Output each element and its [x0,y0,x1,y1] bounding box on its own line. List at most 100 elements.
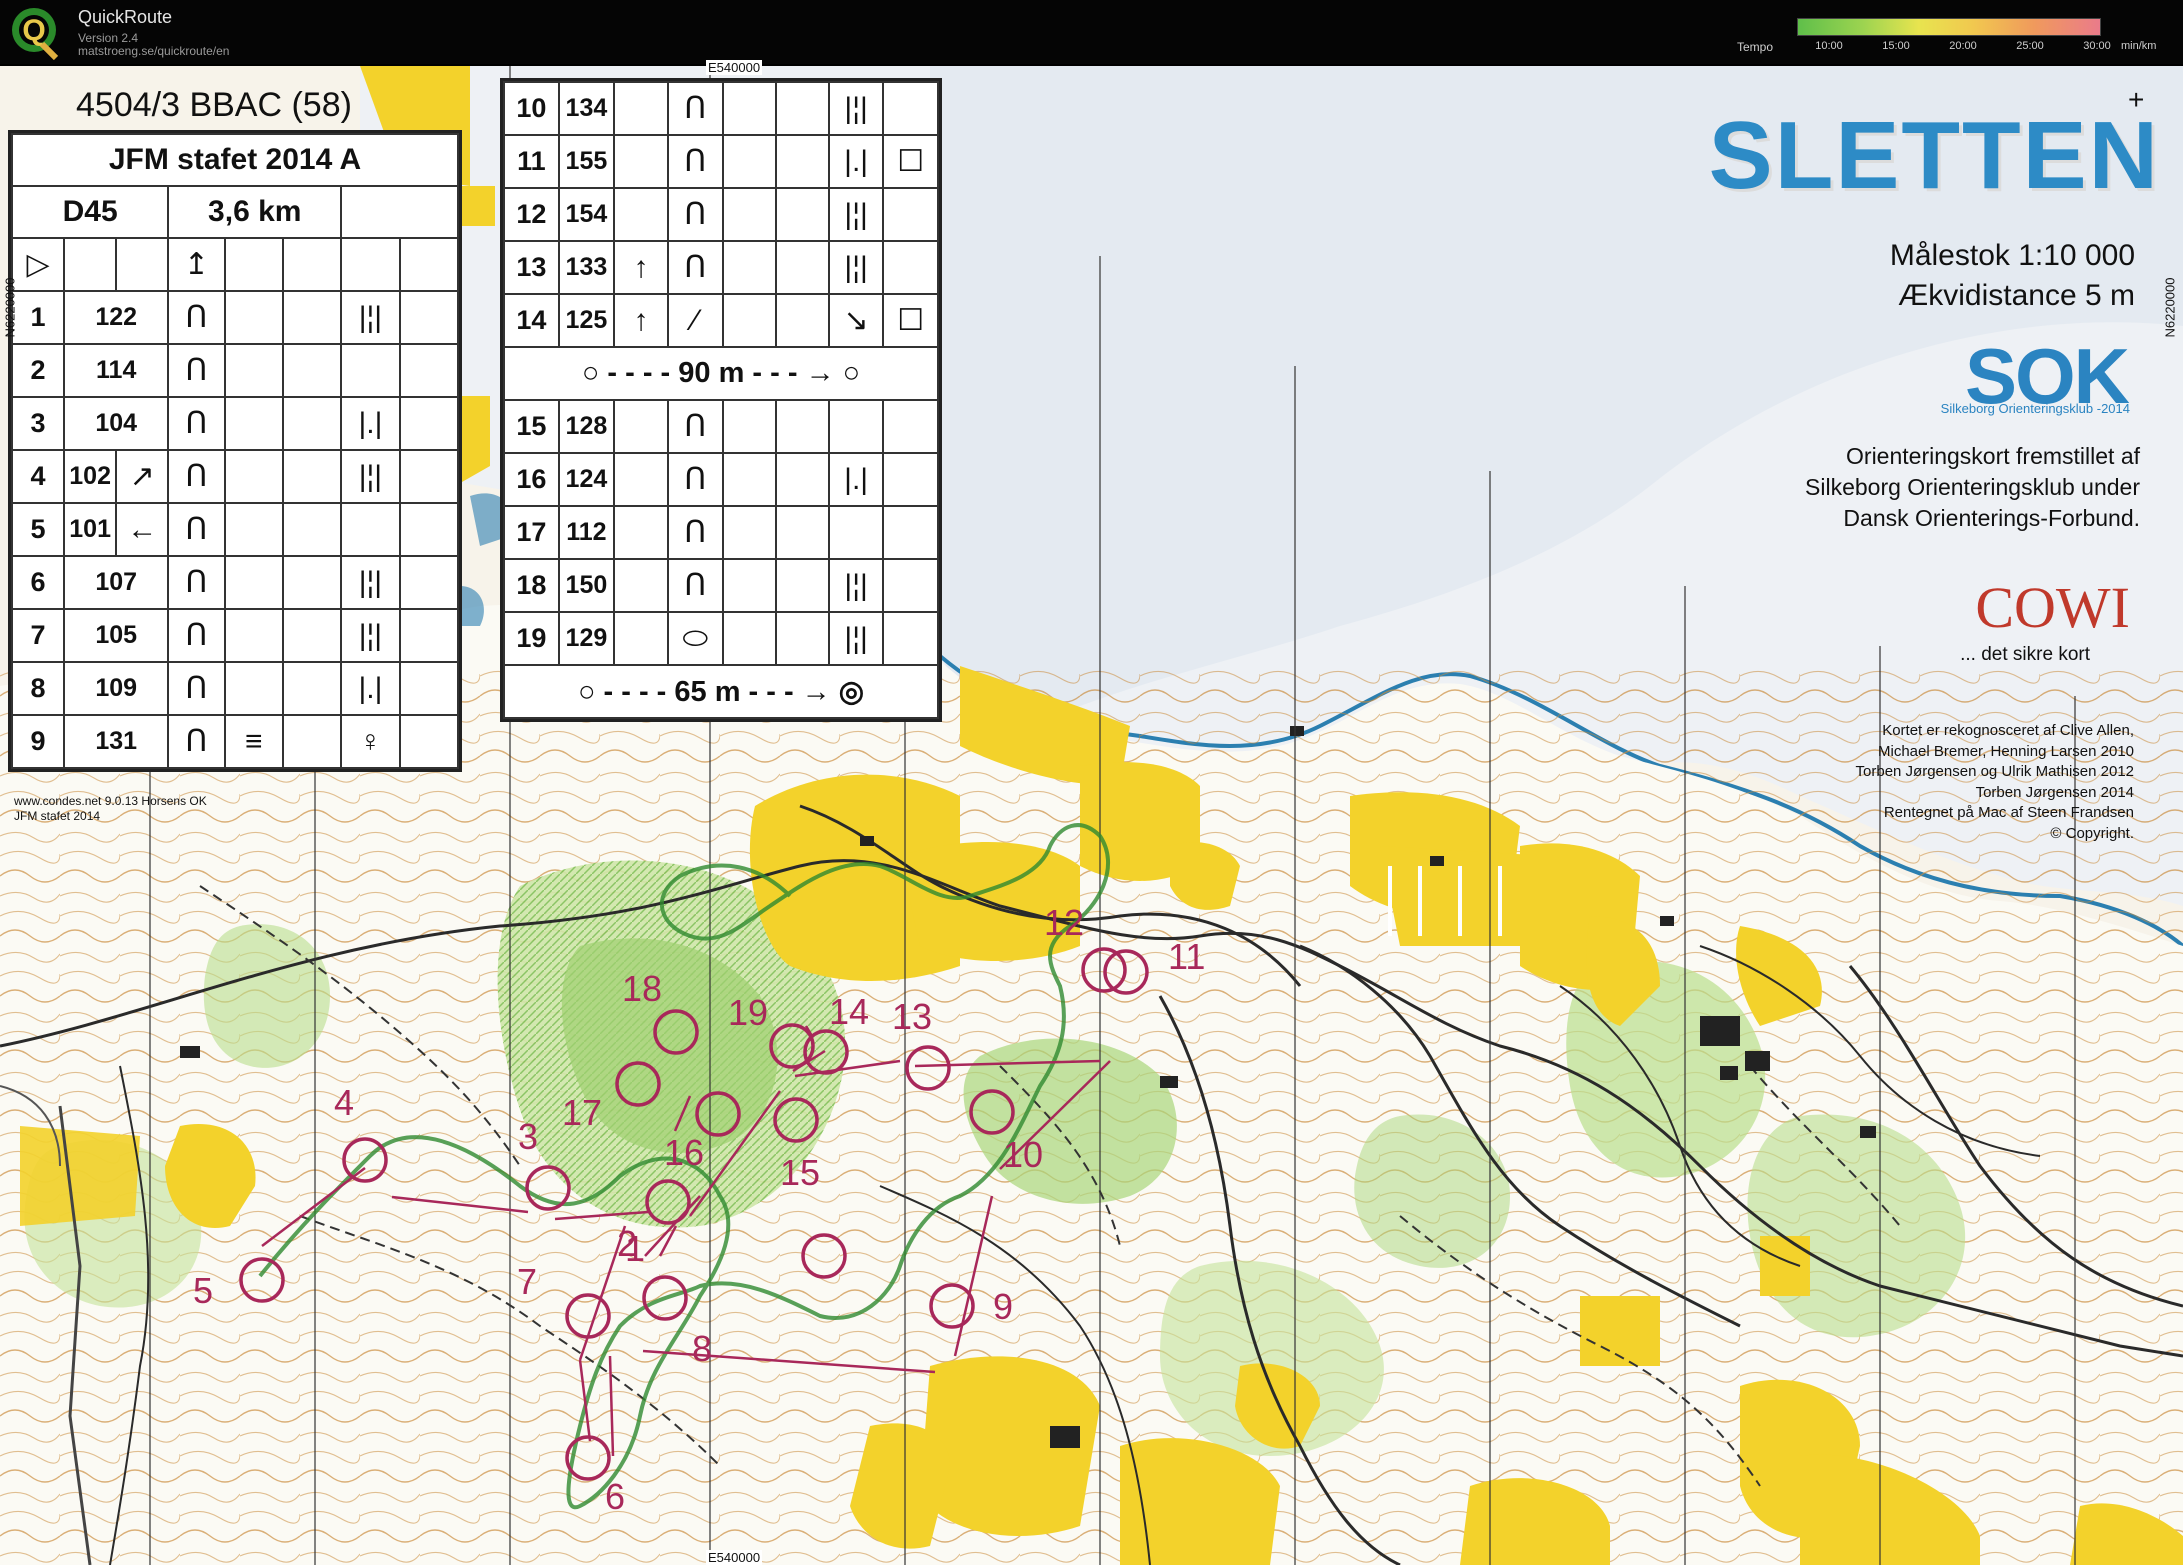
control-row: 18 150 ᑎ |¦| [503,558,939,613]
grid-label-bottom: E540000 [706,1550,763,1565]
control-number-11: 11 [1168,936,1206,977]
sponsor-tagline: ... det sikre kort [1960,644,2090,665]
refreshment-icon: ☐ [882,293,939,348]
control-description-sheet-right: 10 134 ᑎ |¦| 11 155 ᑎ |.| ☐ 12 154 ᑎ |¦| 13 133 ↑ ᑎ |¦… [500,78,942,722]
control-row: 6 107 ᑎ |¦| [10,555,460,610]
control-row: 13 133 ↑ ᑎ |¦| [503,240,939,295]
tempo-tick: 30:00 [2083,40,2111,52]
control-number-6: 6 [605,1476,626,1517]
svg-text:Q: Q [22,14,45,47]
tempo-tick: 10:00 [1815,40,1843,52]
map-scale: Målestok 1:10 000 [1889,239,2135,272]
control-row: 16 124 ᑎ |.| [503,452,939,507]
control-number-14: 14 [829,991,870,1032]
arrow-north-icon: ↑ [613,240,670,295]
control-number-16: 16 [664,1132,705,1173]
tempo-label: Tempo [1737,40,1774,54]
knoll-icon: ᑎ [667,134,724,189]
knoll-icon: ᑎ [167,555,226,610]
knoll-icon: ᑎ [667,558,724,613]
control-number-17: 17 [562,1092,603,1133]
knoll-icon: ᑎ [667,81,724,136]
tempo-tick: 20:00 [1949,40,1977,52]
refreshment-icon: ☐ [882,134,939,189]
knoll-icon: ᑎ [167,449,226,504]
grid-label-right: N6220000 [2162,277,2178,338]
control-number-12: 12 [1044,902,1085,943]
print-credit: www.condes.net 9.0.13 Horsens OK JFM sta… [14,794,207,823]
knoll-icon: ᑎ [167,714,226,769]
control-row: 9 131 ᑎ ≡ ♀ [10,714,460,769]
knoll-icon: ᑎ [167,396,226,451]
knoll-icon: ᑎ [167,608,226,663]
marked-route-65: ○ - - - - 65 m - - - → ◎ [503,664,939,719]
marked-route-90: ○ - - - - 90 m - - - → ○ [503,346,939,401]
control-row: 7 105 ᑎ |¦| [10,608,460,663]
grid-label-left: N6220000 [2,277,18,338]
knoll-icon: ᑎ [667,452,724,507]
elongated-knoll-icon: ⬭ [667,611,724,666]
control-number-7: 7 [517,1261,538,1302]
map-name: SLETTEN [1708,102,2160,209]
control-number-2: 2 [617,1223,638,1264]
control-row: 5 101 ← ᑎ [10,502,460,557]
registration-cross-icon: + [2128,84,2145,115]
map-credits: Kortet er rekognosceret af Clive Allen, … [1855,722,2134,842]
map-legend: SLETTEN Målestok 1:10 000 Ækvidistance 5… [1640,66,2160,866]
tempo-tick: 25:00 [2016,40,2044,52]
tempo-color-scale[interactable] [1797,18,2101,36]
knoll-icon: ᑎ [667,240,724,295]
control-row: 17 112 ᑎ [503,505,939,560]
knoll-icon: ᑎ [167,343,226,398]
tempo-ticks: 10:00 15:00 20:00 25:00 30:00 [1797,40,2177,56]
knoll-icon: ᑎ [667,399,724,454]
control-number-5: 5 [193,1270,214,1311]
start-feature-icon: ↥ [167,237,226,292]
control-number-9: 9 [993,1286,1014,1327]
event-code: 4504/3 BBAC (58) [76,86,352,124]
grid-label-top: E540000 [706,60,763,75]
club-logo-subtitle: Silkeborg Orienteringsklub -2014 [1940,401,2130,416]
control-row: 2 114 ᑎ [10,343,460,398]
control-number-10: 10 [1003,1134,1044,1175]
radio-control-icon: ≡ [223,714,284,769]
arrow-west-icon: ← [115,502,170,557]
control-number-4: 4 [334,1082,355,1123]
control-row: 12 154 ᑎ |¦| [503,187,939,242]
manned-control-icon: ♀ [340,714,401,769]
knoll-icon: ᑎ [167,502,226,557]
course-class: D45 [10,185,170,239]
control-row: 4 102 ↗ ᑎ |¦| [10,449,460,504]
quickroute-logo-icon: Q [12,8,59,60]
slope-icon: ⁄ [667,293,724,348]
control-row: 19 129 ⬭ |¦| [503,611,939,666]
knoll-icon: ᑎ [167,661,226,716]
map-contour-interval: Ækvidistance 5 m [1898,279,2135,312]
tempo-unit: min/km [2121,40,2157,52]
app-version: Version 2.4 [78,31,139,45]
course-title: JFM stafet 2014 A [11,133,459,187]
corner-icon: ↘ [827,293,885,348]
control-row: 3 104 ᑎ |.| [10,396,460,451]
quickroute-toolbar: Q QuickRoute Version 2.4 matstroeng.se/q… [0,0,2183,64]
arrow-northeast-icon: ↗ [115,449,170,504]
control-row: 14 125 ↑ ⁄ ↘ ☐ [503,293,939,348]
knoll-icon: ᑎ [667,187,724,242]
start-triangle-icon: ▷ [10,237,66,292]
sponsor-logo: COWI [1975,575,2130,640]
control-number-19: 19 [728,992,769,1033]
course-length: 3,6 km [167,185,343,239]
control-number-3: 3 [518,1116,539,1157]
control-number-18: 18 [622,968,663,1009]
knoll-icon: ᑎ [667,505,724,560]
knoll-icon: ᑎ [167,290,226,345]
control-row: 1 122 ᑎ |¦| [10,290,460,345]
control-row: 8 109 ᑎ |.| [10,661,460,716]
control-description-sheet-left: JFM stafet 2014 A D45 3,6 km ▷ ↥ 1 122 ᑎ |¦… [8,130,462,772]
map-publisher: Orienteringskort fremstillet af Silkebor… [1805,443,2140,531]
control-row: 10 134 ᑎ |¦| [503,81,939,136]
control-number-8: 8 [692,1328,713,1369]
control-row: 11 155 ᑎ |.| ☐ [503,134,939,189]
control-number-15: 15 [780,1152,821,1193]
app-url[interactable]: matstroeng.se/quickroute/en [78,44,229,58]
